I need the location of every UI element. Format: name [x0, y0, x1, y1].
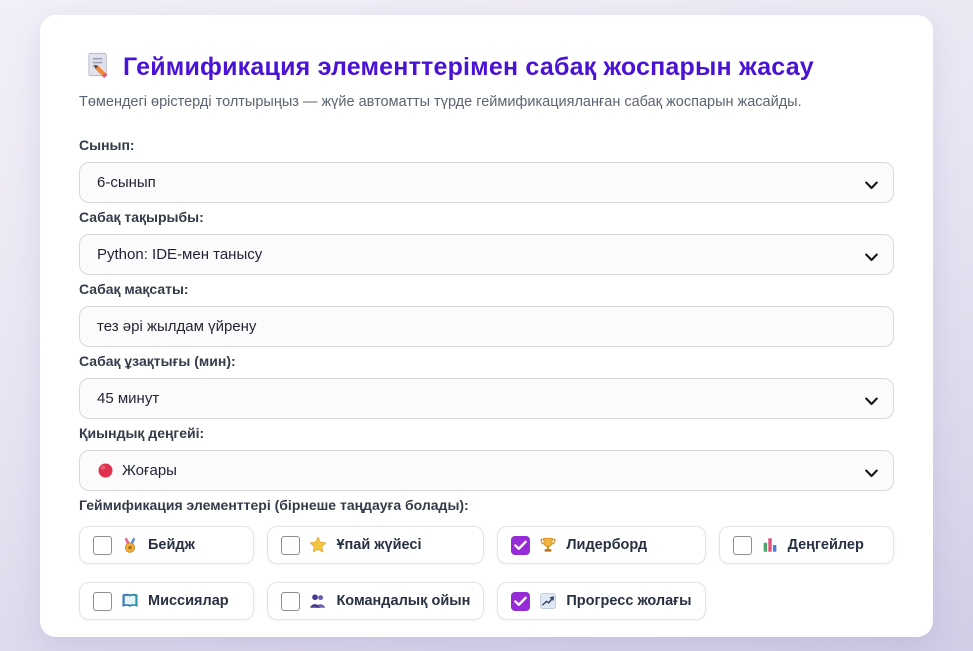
checkbox-label: Миссиялар: [148, 593, 229, 609]
memo-icon: [85, 51, 112, 83]
topic-select[interactable]: Python: IDE-мен танысу: [79, 234, 894, 275]
field-group-topic: Сабақ тақырыбы: Python: IDE-мен танысу: [79, 209, 894, 275]
checkbox-label: Лидерборд: [566, 537, 648, 553]
class-select[interactable]: 6-сынып: [79, 162, 894, 203]
field-group-difficulty: Қиындық деңгейі: Жоғары: [79, 425, 894, 491]
checkbox-label: Бейдж: [148, 537, 195, 553]
page-subtitle: Төмендегі өрістерді толтырыңыз — жүйе ав…: [79, 94, 802, 110]
progress-chart-icon: [539, 592, 557, 610]
gamification-elements-label: Геймификация элементтері (бірнеше таңдау…: [79, 497, 469, 513]
difficulty-select[interactable]: Жоғары: [79, 450, 894, 491]
chevron-down-icon: [865, 249, 878, 266]
lesson-form: Сынып: 6-сынып Сабақ тақырыбы: Python: I…: [79, 137, 894, 620]
difficulty-label: Қиындық деңгейі:: [79, 425, 205, 441]
checkbox-item-levels[interactable]: Деңгейлер: [718, 526, 894, 564]
chevron-down-icon: [865, 393, 878, 410]
class-label: Сынып:: [79, 137, 135, 153]
page-header: Геймификация элементтерімен сабақ жоспар…: [85, 51, 894, 83]
checkbox-item-badge[interactable]: Бейдж: [79, 526, 255, 564]
duration-label: Сабақ ұзақтығы (мин):: [79, 353, 236, 369]
red-circle-icon: [97, 462, 114, 479]
open-book-icon: [121, 592, 139, 610]
medal-icon: [121, 536, 139, 554]
team-game-checkbox[interactable]: [281, 591, 301, 611]
field-group-goal: Сабақ мақсаты:: [79, 281, 894, 347]
field-group-class: Сынып: 6-сынып: [79, 137, 894, 203]
goal-label: Сабақ мақсаты:: [79, 281, 189, 297]
difficulty-select-value: Жоғары: [122, 462, 177, 479]
checkbox-item-leaderboard[interactable]: Лидерборд: [497, 526, 706, 564]
gamification-elements-grid: Бейдж Ұпай жүйесі Лидерборд Деңгейлер Ми…: [79, 526, 894, 620]
star-icon: [309, 536, 327, 554]
goal-input[interactable]: [97, 318, 853, 335]
field-group-duration: Сабақ ұзақтығы (мин): 45 минут: [79, 353, 894, 419]
chevron-down-icon: [865, 177, 878, 194]
checkbox-label: Прогресс жолағы: [566, 593, 692, 609]
duration-select[interactable]: 45 минут: [79, 378, 894, 419]
checkbox-label: Ұпай жүйесі: [336, 537, 422, 553]
page-title: Геймификация элементтерімен сабақ жоспар…: [123, 52, 814, 81]
checkbox-label: Деңгейлер: [787, 537, 864, 553]
checkbox-item-progress-bar[interactable]: Прогресс жолағы: [497, 582, 706, 620]
trophy-icon: [539, 536, 557, 554]
progress-bar-checkbox[interactable]: [511, 591, 531, 611]
checkbox-label: Командалық ойын: [336, 593, 471, 609]
badge-checkbox[interactable]: [93, 535, 112, 555]
leaderboard-checkbox[interactable]: [511, 535, 531, 555]
missions-checkbox[interactable]: [93, 591, 112, 611]
goal-input-wrapper: [79, 306, 894, 347]
checkbox-item-missions[interactable]: Миссиялар: [79, 582, 255, 620]
checkbox-item-team-game[interactable]: Командалық ойын: [267, 582, 485, 620]
topic-label: Сабақ тақырыбы:: [79, 209, 204, 225]
duration-select-value: 45 минут: [97, 390, 160, 407]
team-icon: [309, 592, 327, 610]
class-select-value: 6-сынып: [97, 174, 156, 191]
levels-checkbox[interactable]: [732, 535, 752, 555]
checkbox-item-points[interactable]: Ұпай жүйесі: [267, 526, 485, 564]
lesson-plan-form-card: Геймификация элементтерімен сабақ жоспар…: [40, 15, 933, 637]
points-checkbox[interactable]: [281, 535, 301, 555]
topic-select-value: Python: IDE-мен танысу: [97, 246, 263, 263]
chevron-down-icon: [865, 465, 878, 482]
bar-chart-icon: [761, 536, 779, 554]
